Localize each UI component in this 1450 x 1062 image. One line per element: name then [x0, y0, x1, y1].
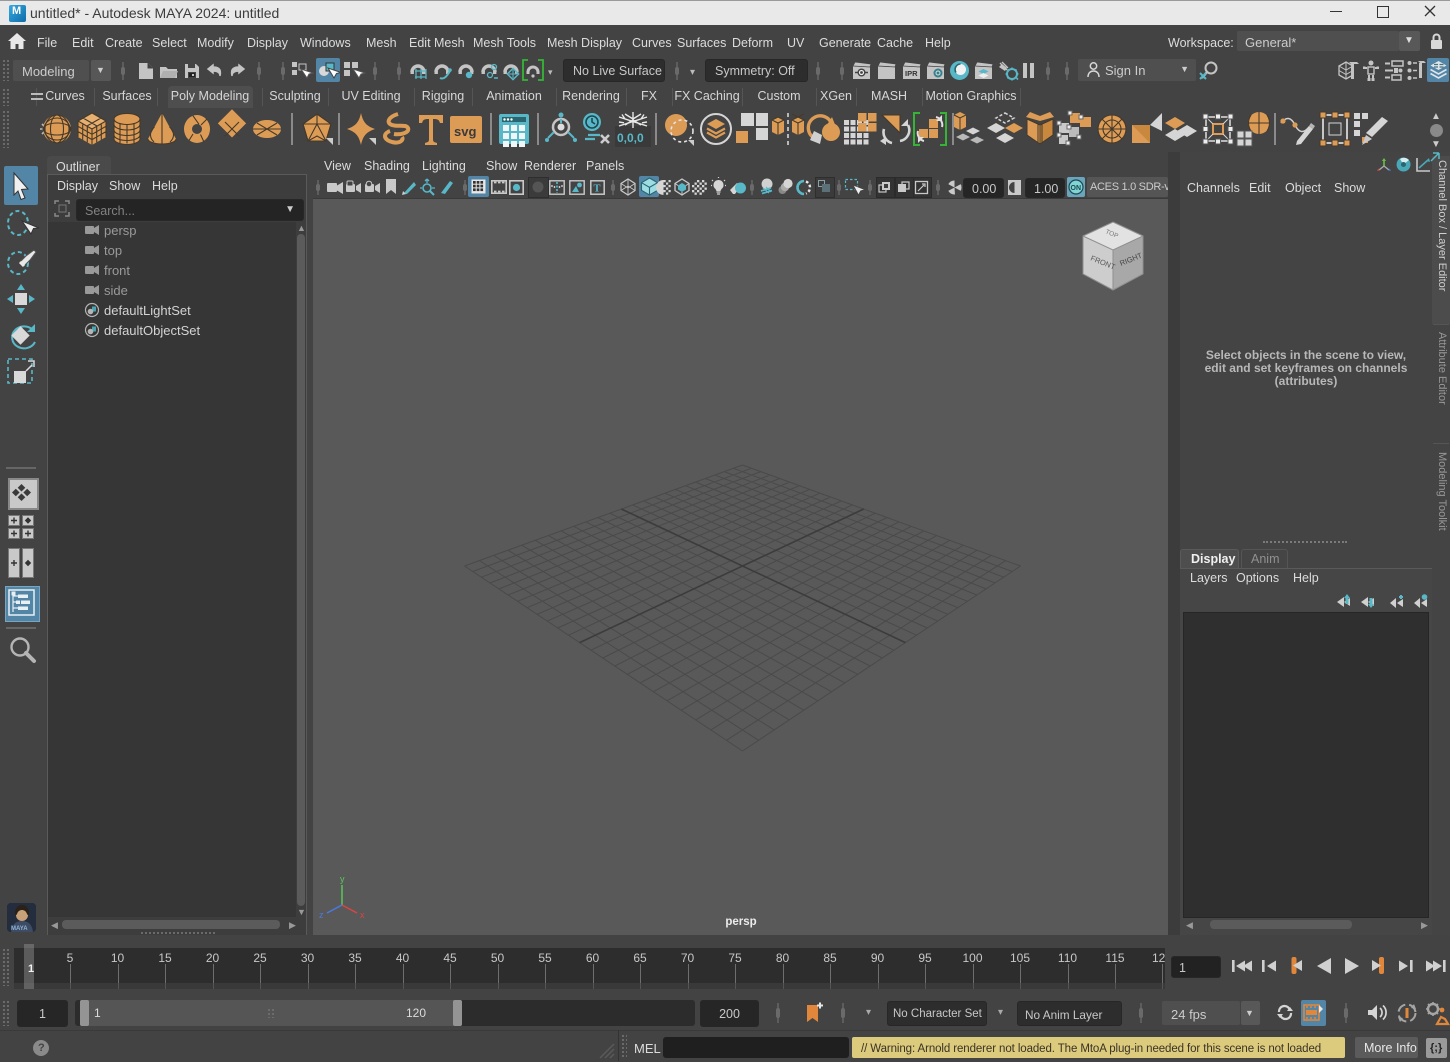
svg-text:0,0,0: 0,0,0	[617, 131, 644, 145]
svg-text:ON: ON	[1071, 185, 1082, 192]
svg-text:y: y	[340, 874, 345, 884]
svg-text:svg: svg	[454, 124, 476, 139]
svg-text:IPR: IPR	[905, 69, 918, 78]
svg-text:x: x	[360, 910, 365, 920]
svg-text:z: z	[319, 910, 324, 920]
svg-text:T: T	[594, 184, 601, 195]
svg-text:MAYA: MAYA	[11, 926, 28, 932]
